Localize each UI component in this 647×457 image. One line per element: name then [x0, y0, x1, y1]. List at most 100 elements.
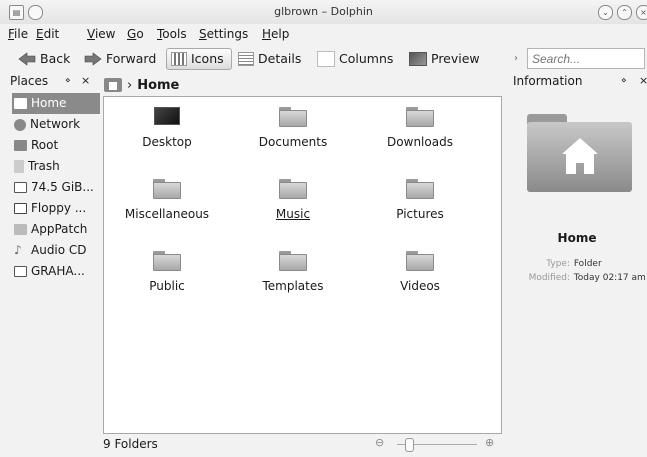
place-apppatch[interactable]: AppPatch — [12, 219, 100, 240]
place-floppy[interactable]: Floppy ... — [12, 198, 100, 219]
home-icon[interactable] — [104, 78, 122, 92]
icons-label: Icons — [191, 51, 224, 66]
drive-icon — [14, 182, 27, 193]
info-type-row: Type: Folder — [507, 255, 601, 269]
places-title: Places — [10, 74, 49, 88]
place-network[interactable]: Network — [12, 114, 100, 135]
forward-button[interactable]: Forward — [80, 48, 160, 70]
information-panel: Information ⋄ × Home Type: Folder Modifi… — [507, 72, 647, 457]
back-label: Back — [40, 51, 71, 66]
place-label: 74.5 GiB... — [31, 180, 94, 194]
preview-button[interactable]: Preview — [405, 48, 484, 70]
file-item[interactable]: Videos — [365, 251, 475, 293]
menu-view[interactable]: View — [87, 27, 115, 41]
minimize-button[interactable]: ⌄ — [598, 5, 613, 20]
info-float-icon[interactable]: ⋄ — [621, 76, 627, 86]
window-title: glbrown – Dolphin — [274, 5, 373, 18]
menu-bar: File Edit View Go Tools Settings Help — [0, 24, 647, 44]
info-close-icon[interactable]: × — [639, 74, 647, 87]
breadcrumb-current[interactable]: Home — [137, 78, 179, 93]
folder-icon — [406, 179, 434, 199]
columns-view-button[interactable]: Columns — [313, 48, 397, 70]
forward-label: Forward — [106, 51, 157, 66]
menu-file[interactable]: File — [8, 27, 28, 41]
menu-tools[interactable]: Tools — [157, 27, 187, 41]
info-modified-label: Modified: — [528, 273, 570, 283]
places-panel: Places ⋄ × Home Network Root Trash 74.5 … — [8, 72, 100, 452]
folder-home-preview-icon — [527, 114, 632, 192]
information-title: Information — [513, 74, 583, 88]
file-item[interactable]: Music — [238, 179, 348, 221]
desktop-icon — [154, 107, 180, 125]
place-trash[interactable]: Trash — [12, 156, 100, 177]
maximize-button[interactable]: ⌃ — [617, 5, 632, 20]
breadcrumb: › Home — [104, 74, 179, 96]
zoom-slider[interactable]: ⊖ ⊕ — [375, 436, 495, 452]
folder-icon — [279, 107, 307, 127]
place-home[interactable]: Home — [12, 93, 100, 114]
forward-arrow-icon — [84, 52, 102, 66]
menu-go[interactable]: Go — [127, 27, 144, 41]
info-modified-row: Modified: Today 02:17 am — [507, 269, 646, 283]
place-drive[interactable]: 74.5 GiB... — [12, 177, 100, 198]
file-label: Public — [149, 279, 185, 293]
folder-icon — [153, 251, 181, 271]
place-label: AppPatch — [31, 222, 88, 236]
folder-icon — [406, 251, 434, 271]
file-view[interactable]: Desktop Documents Downloads Miscellaneou… — [103, 96, 502, 434]
place-graha[interactable]: GRAHA... — [12, 261, 100, 282]
folder-icon — [14, 140, 27, 151]
file-item[interactable]: Miscellaneous — [112, 179, 222, 221]
folder-icon — [406, 107, 434, 127]
back-button[interactable]: Back — [14, 48, 74, 70]
folder-icon — [279, 251, 307, 271]
network-icon — [14, 118, 26, 131]
menu-help[interactable]: Help — [262, 27, 289, 41]
folder-icon — [279, 179, 307, 199]
place-label: Audio CD — [31, 243, 87, 257]
file-item[interactable]: Public — [112, 251, 222, 293]
columns-label: Columns — [339, 51, 394, 66]
details-view-button[interactable]: Details — [234, 48, 305, 70]
file-item[interactable]: Pictures — [365, 179, 475, 221]
file-label: Videos — [400, 279, 440, 293]
back-arrow-icon — [18, 52, 36, 66]
place-root[interactable]: Root — [12, 135, 100, 156]
zoom-in-icon[interactable]: ⊕ — [485, 436, 494, 449]
file-label: Downloads — [387, 135, 453, 149]
file-label: Music — [275, 207, 311, 221]
columns-view-icon — [317, 51, 335, 67]
menu-edit[interactable]: Edit — [36, 27, 59, 41]
icons-view-button[interactable]: Icons — [166, 48, 232, 70]
close-button[interactable]: × — [636, 5, 647, 20]
trash-icon — [14, 160, 24, 173]
status-text: 9 Folders — [103, 437, 158, 451]
floppy-icon — [14, 203, 27, 214]
file-item[interactable]: Desktop — [112, 107, 222, 149]
file-label: Desktop — [142, 135, 192, 149]
menu-settings[interactable]: Settings — [199, 27, 248, 41]
toolbar-more-icon[interactable]: › — [514, 53, 518, 64]
place-label: Home — [31, 96, 67, 110]
place-audio-cd[interactable]: ♪ Audio CD — [12, 240, 100, 261]
usb-drive-icon — [14, 266, 27, 277]
place-label: GRAHA... — [31, 264, 85, 278]
places-close-icon[interactable]: × — [81, 74, 90, 87]
info-type-label: Type: — [546, 259, 570, 269]
file-label: Documents — [258, 135, 328, 149]
zoom-handle[interactable] — [405, 438, 414, 452]
file-label: Templates — [262, 279, 324, 293]
zoom-out-icon[interactable]: ⊖ — [375, 436, 384, 449]
places-float-icon[interactable]: ⋄ — [65, 76, 71, 86]
file-item[interactable]: Documents — [238, 107, 348, 149]
icons-view-icon — [171, 52, 187, 66]
file-item[interactable]: Templates — [238, 251, 348, 293]
home-symbol-icon — [562, 138, 598, 174]
music-note-icon: ♪ — [14, 243, 22, 257]
file-item[interactable]: Downloads — [365, 107, 475, 149]
preview-label: Preview — [431, 51, 480, 66]
info-modified-value: Today 02:17 am — [573, 273, 646, 283]
place-label: Trash — [28, 159, 60, 173]
details-label: Details — [258, 51, 302, 66]
search-input[interactable] — [527, 48, 645, 69]
